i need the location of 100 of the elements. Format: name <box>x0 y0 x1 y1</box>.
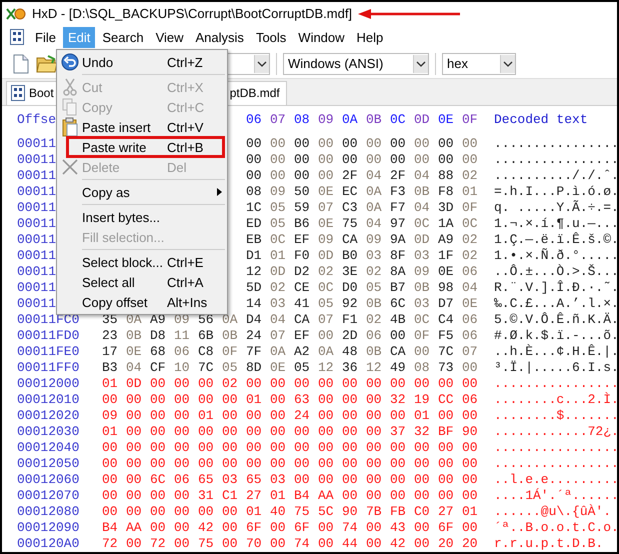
hex-byte[interactable]: 0D <box>414 232 430 248</box>
hex-byte[interactable]: 00 <box>126 504 142 520</box>
hex-byte[interactable]: 00 <box>222 456 238 472</box>
hex-byte[interactable]: 01 <box>414 408 430 424</box>
hex-byte[interactable]: 00 <box>174 536 190 552</box>
hex-byte[interactable]: 50 <box>294 184 310 200</box>
hex-byte[interactable]: 01 <box>198 408 214 424</box>
hex-byte[interactable]: 01 <box>462 184 478 200</box>
hex-byte[interactable]: 8D <box>246 360 262 376</box>
hex-byte[interactable]: 00 <box>126 536 142 552</box>
hex-byte[interactable]: 7C <box>198 360 214 376</box>
hex-byte[interactable]: 05 <box>222 360 238 376</box>
hex-byte[interactable]: 00 <box>174 376 190 392</box>
hex-byte[interactable]: CA <box>294 312 310 328</box>
hex-byte[interactable]: 0D <box>126 376 142 392</box>
hex-byte[interactable]: 00 <box>414 136 430 152</box>
hex-byte[interactable]: 09 <box>270 184 286 200</box>
hex-byte[interactable]: EB <box>246 232 262 248</box>
hex-byte[interactable]: 00 <box>318 520 334 536</box>
hex-byte[interactable]: 00 <box>318 408 334 424</box>
hex-byte[interactable]: 00 <box>246 456 262 472</box>
hex-byte[interactable]: 43 <box>390 520 406 536</box>
hex-byte[interactable]: 0D <box>270 264 286 280</box>
hex-byte[interactable]: B7 <box>390 280 406 296</box>
hex-byte[interactable]: 72 <box>102 536 118 552</box>
hex-byte[interactable]: 00 <box>462 136 478 152</box>
hex-byte[interactable]: 00 <box>150 504 166 520</box>
hex-byte[interactable]: 00 <box>462 152 478 168</box>
hex-byte[interactable]: 07 <box>270 328 286 344</box>
menu-item[interactable]: Help <box>352 26 388 48</box>
hex-byte[interactable]: D4 <box>246 312 262 328</box>
hex-byte[interactable]: 00 <box>414 344 430 360</box>
hex-byte[interactable]: 00 <box>390 456 406 472</box>
hex-byte[interactable]: 00 <box>270 408 286 424</box>
hex-byte[interactable]: 00 <box>222 520 238 536</box>
hex-byte[interactable]: BF <box>438 424 454 440</box>
hex-byte[interactable]: 32 <box>414 424 430 440</box>
hex-byte[interactable]: 00 <box>294 424 310 440</box>
hex-byte[interactable]: 6B <box>198 328 214 344</box>
hex-byte[interactable]: 0B <box>366 296 382 312</box>
hex-byte[interactable]: 00 <box>438 152 454 168</box>
hex-byte[interactable]: 00 <box>174 424 190 440</box>
hex-byte[interactable]: 00 <box>126 472 142 488</box>
hex-byte[interactable]: 04 <box>126 360 142 376</box>
hex-byte[interactable]: C3 <box>342 200 358 216</box>
menu-item[interactable]: Analysis <box>190 26 249 48</box>
hex-byte[interactable]: 09 <box>366 232 382 248</box>
hex-byte[interactable]: 24 <box>246 328 262 344</box>
hex-byte[interactable]: 00 <box>126 392 142 408</box>
hex-byte[interactable]: 00 <box>414 520 430 536</box>
hex-byte[interactable]: 02 <box>462 248 478 264</box>
hex-byte[interactable]: 1A <box>438 216 454 232</box>
hex-byte[interactable]: 00 <box>414 488 430 504</box>
hex-byte[interactable]: 90 <box>462 424 478 440</box>
hex-byte[interactable]: 07 <box>318 200 334 216</box>
hex-byte[interactable]: 06 <box>462 392 478 408</box>
hex-byte[interactable]: 0E <box>462 296 478 312</box>
hex-byte[interactable]: 01 <box>102 376 118 392</box>
hex-byte[interactable]: 00 <box>270 456 286 472</box>
hex-byte[interactable]: 00 <box>294 376 310 392</box>
hex-byte[interactable]: 00 <box>198 424 214 440</box>
hex-byte[interactable]: 00 <box>318 168 334 184</box>
hex-byte[interactable]: 0A <box>270 344 286 360</box>
hex-byte[interactable]: EC <box>342 184 358 200</box>
hex-byte[interactable]: F1 <box>342 312 358 328</box>
hex-byte[interactable]: 00 <box>438 440 454 456</box>
hex-byte[interactable]: 06 <box>174 344 190 360</box>
hex-byte[interactable]: 00 <box>102 504 118 520</box>
hex-byte[interactable]: 12 <box>246 264 262 280</box>
hex-byte[interactable]: 00 <box>222 424 238 440</box>
hex-byte[interactable]: 2D <box>342 328 358 344</box>
hex-byte[interactable]: 02 <box>318 264 334 280</box>
hex-byte[interactable]: 00 <box>438 456 454 472</box>
hex-byte[interactable]: F5 <box>438 328 454 344</box>
hex-byte[interactable]: 0D <box>318 248 334 264</box>
hex-byte[interactable]: 88 <box>438 168 454 184</box>
hex-byte[interactable]: 02 <box>222 376 238 392</box>
hex-byte[interactable]: 00 <box>390 328 406 344</box>
menu-item[interactable]: File <box>30 26 61 48</box>
menu-item[interactable]: Undo Ctrl+Z <box>57 52 227 72</box>
hex-byte[interactable]: 09 <box>102 408 118 424</box>
hex-byte[interactable]: 0F <box>414 328 430 344</box>
hex-byte[interactable]: 06 <box>462 328 478 344</box>
hex-byte[interactable]: 03 <box>414 248 430 264</box>
hex-byte[interactable]: C4 <box>438 312 454 328</box>
hex-byte[interactable]: 5C <box>318 504 334 520</box>
hex-byte[interactable]: 06 <box>174 472 190 488</box>
hex-byte[interactable]: 92 <box>342 296 358 312</box>
hex-byte[interactable]: 98 <box>438 280 454 296</box>
hex-byte[interactable]: 00 <box>366 424 382 440</box>
hex-byte[interactable]: 01 <box>270 488 286 504</box>
hex-byte[interactable]: 7C <box>438 344 454 360</box>
hex-byte[interactable]: B4 <box>102 520 118 536</box>
hex-byte[interactable]: 31 <box>198 488 214 504</box>
hex-byte[interactable]: 1F <box>438 248 454 264</box>
hex-byte[interactable]: 00 <box>366 440 382 456</box>
hex-byte[interactable]: 36 <box>342 360 358 376</box>
hex-byte[interactable]: 00 <box>390 376 406 392</box>
hex-byte[interactable]: 00 <box>174 488 190 504</box>
hex-byte[interactable]: C8 <box>198 344 214 360</box>
